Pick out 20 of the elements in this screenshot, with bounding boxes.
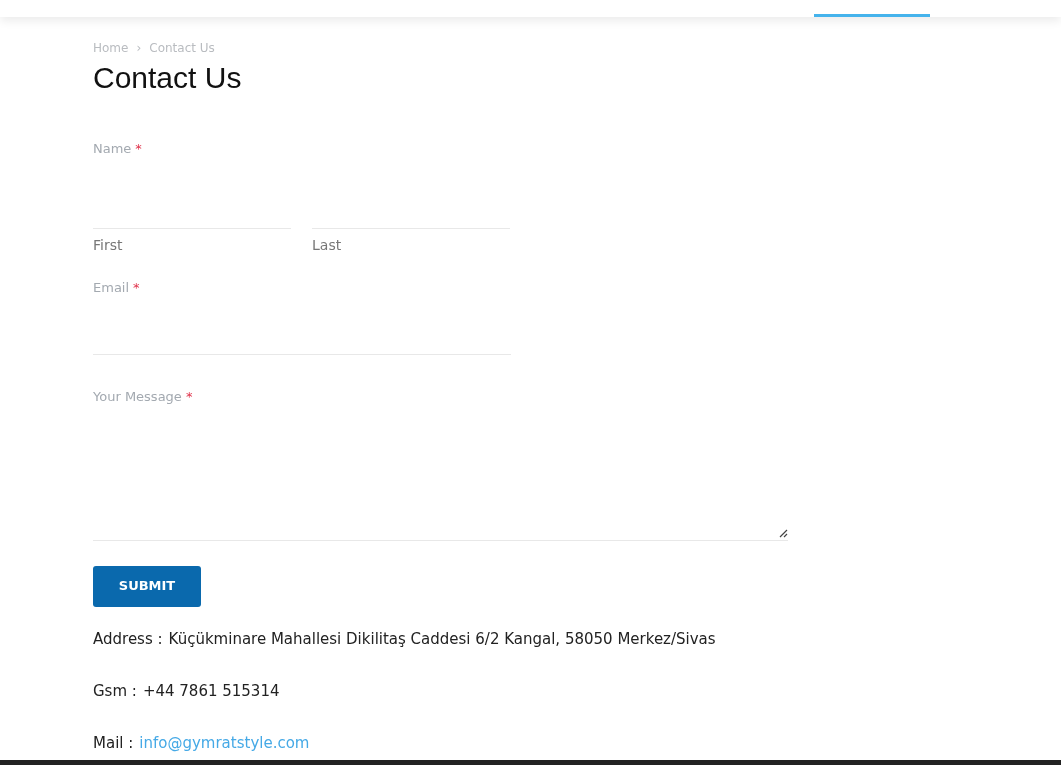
contact-label: Mail : <box>93 732 134 753</box>
contact-value: +44 7861 515314 <box>142 680 280 701</box>
field-label: Name <box>93 141 132 156</box>
page-title: Contact Us <box>93 60 243 96</box>
field-sublabel: Last <box>312 235 343 255</box>
field-sublabel: First <box>93 235 124 255</box>
required-asterisk: * <box>133 279 140 295</box>
contact-value: Küçükminare Mahallesi Dikilitaş Caddesi 6/2 Kangal, 58050 Merkez/Sivas <box>168 628 716 649</box>
contact-label: Address : <box>93 628 163 649</box>
breadcrumb-separator: › <box>136 40 142 57</box>
breadcrumb-link[interactable]: Home <box>93 39 129 57</box>
field-label: Your Message <box>93 389 182 404</box>
email-link[interactable]: info@gymratstyle.com <box>139 732 310 753</box>
submit-button[interactable]: SUBMIT <box>93 565 201 607</box>
breadcrumb-link[interactable]: Contact Us <box>149 39 215 57</box>
contact-label: Gsm : <box>93 680 137 701</box>
required-asterisk: * <box>135 141 142 156</box>
field-label: Email <box>93 279 130 295</box>
required-asterisk: * <box>185 389 193 404</box>
resize-handle-icon[interactable] <box>778 527 788 538</box>
